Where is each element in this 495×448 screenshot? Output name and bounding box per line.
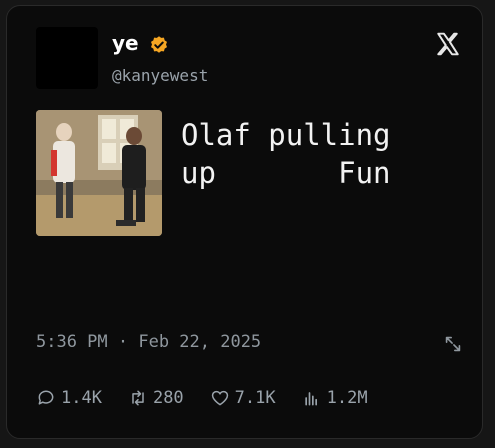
retweet-icon xyxy=(132,390,144,406)
expand-icon[interactable] xyxy=(442,333,464,355)
views-icon xyxy=(304,392,317,406)
retweet-count: 280 xyxy=(152,388,184,408)
engagement-bar: 1.4K 280 7.1K 1.2M xyxy=(36,386,394,410)
like-count: 7.1K xyxy=(234,388,276,408)
x-logo-icon[interactable] xyxy=(435,31,461,57)
tweet-text: Olaf pulling up Fun xyxy=(181,118,391,190)
avatar[interactable] xyxy=(36,27,98,89)
author-name[interactable]: ye xyxy=(112,33,139,53)
tweet-timestamp[interactable]: 5:36 PM · Feb 22, 2025 xyxy=(36,332,261,352)
media-photo xyxy=(36,110,162,236)
tweet-card[interactable]: ye @kanyewest Olaf pulling up Fun 5:36 P… xyxy=(6,5,483,439)
tweet-media-image[interactable] xyxy=(36,110,162,236)
reply-count: 1.4K xyxy=(61,388,102,408)
retweet-button[interactable]: 280 xyxy=(128,388,184,408)
reply-icon xyxy=(38,390,54,405)
views-count: 1.2M xyxy=(326,388,368,408)
like-button[interactable]: 7.1K xyxy=(210,388,276,408)
verified-badge-icon xyxy=(151,36,167,53)
author-handle[interactable]: @kanyewest xyxy=(112,66,208,85)
like-icon xyxy=(211,390,228,406)
reply-button[interactable]: 1.4K xyxy=(36,388,102,408)
views-button[interactable]: 1.2M xyxy=(302,388,368,408)
